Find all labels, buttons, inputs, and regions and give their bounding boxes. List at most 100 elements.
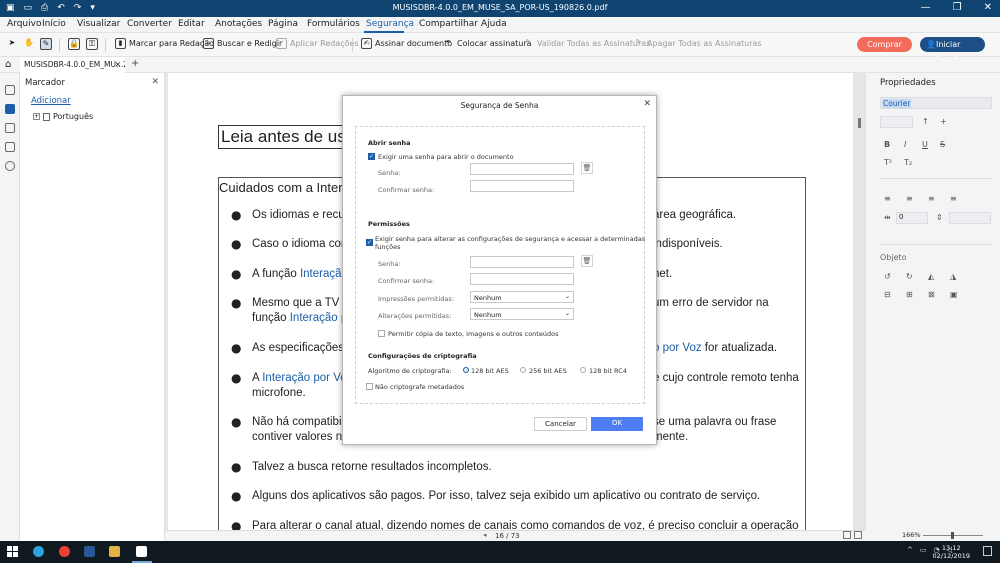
tab-close-icon[interactable]: ✕ xyxy=(115,60,121,69)
rotate-right-icon[interactable]: ↻ xyxy=(906,272,913,281)
hand-tool-icon[interactable]: ✋ xyxy=(23,38,35,50)
allow-copy-checkbox[interactable] xyxy=(378,330,385,337)
menu-visualizar[interactable]: Visualizar xyxy=(77,19,120,29)
notifications-icon[interactable] xyxy=(983,546,992,556)
document-tab[interactable]: MUSISDBR-4.0.0_EM_MU...26.0 ✕ xyxy=(20,57,125,73)
underline-icon[interactable]: U xyxy=(922,140,928,149)
windows-start-icon[interactable] xyxy=(7,546,18,557)
open-password-input[interactable] xyxy=(470,163,574,175)
thumbnails-icon[interactable] xyxy=(5,85,15,95)
menu-formularios[interactable]: Formulários xyxy=(307,19,360,29)
menu-inicio[interactable]: Início xyxy=(42,19,66,29)
algo-aes256-radio[interactable] xyxy=(520,367,526,373)
distribute-icon[interactable]: ⊞ xyxy=(906,290,913,299)
strikethrough-icon[interactable]: S xyxy=(940,140,945,149)
voice-interaction-link[interactable]: Interação xyxy=(300,268,348,280)
align-objects-icon[interactable]: ⊟ xyxy=(884,290,891,299)
validate-signatures-button[interactable]: ✎ Validar Todas as Assinaturas xyxy=(523,38,651,49)
page-number[interactable]: 16 / 73 xyxy=(495,532,520,540)
home-icon[interactable]: ⌂ xyxy=(5,59,11,70)
vertical-scrollbar[interactable] xyxy=(858,118,861,128)
flip-vertical-icon[interactable]: ◮ xyxy=(950,272,956,281)
bookmark-icon[interactable] xyxy=(5,104,15,114)
replace-image-icon[interactable]: ▣ xyxy=(950,290,958,299)
file-explorer-icon[interactable] xyxy=(109,546,120,557)
permissions-confirm-input[interactable] xyxy=(470,273,574,285)
voice-interaction-link[interactable]: Interação por Voz xyxy=(262,372,352,384)
word-icon[interactable] xyxy=(84,546,95,557)
crop-icon[interactable]: ⊠ xyxy=(928,290,935,299)
align-left-icon[interactable]: ≡ xyxy=(884,194,891,203)
apply-redactions-button[interactable]: ✓ Aplicar Redações xyxy=(276,38,359,49)
buy-button[interactable]: Comprar xyxy=(857,37,912,52)
lock-icon[interactable]: 🔒 xyxy=(68,38,80,50)
subscript-icon[interactable]: T₂ xyxy=(904,158,912,167)
dialog-close-icon[interactable]: ✕ xyxy=(643,99,651,109)
add-bookmark-link[interactable]: Adicionar xyxy=(31,96,71,106)
font-family-select[interactable]: Courier xyxy=(880,97,992,109)
flip-horizontal-icon[interactable]: ◭ xyxy=(928,272,934,281)
print-allowed-select[interactable]: Nenhum ⌄ xyxy=(470,291,574,303)
system-clock[interactable]: 13:12 02/12/2019 xyxy=(933,544,970,560)
prev-page-icon[interactable]: ◂ xyxy=(483,531,487,539)
panel-close-icon[interactable]: ✕ xyxy=(151,77,159,87)
cancel-button[interactable]: Cancelar xyxy=(534,417,587,431)
algo-rc4-radio[interactable] xyxy=(580,367,586,373)
trash-icon[interactable]: 🗑 xyxy=(581,162,593,174)
pdf-editor-taskbar-icon[interactable] xyxy=(136,546,147,557)
justify-icon[interactable]: ≡ xyxy=(950,194,957,203)
attachment-icon[interactable] xyxy=(5,142,15,152)
zoom-slider-handle[interactable] xyxy=(951,532,954,539)
menu-ajuda[interactable]: Ajuda xyxy=(481,19,507,29)
single-page-icon[interactable] xyxy=(843,531,851,539)
ok-button[interactable]: OK xyxy=(591,417,643,431)
permission-icon[interactable]: ⚿ xyxy=(86,38,98,50)
voice-interaction-link[interactable]: Interação p xyxy=(290,312,348,324)
mark-redaction-button[interactable]: ▮ Marcar para Redação xyxy=(115,38,214,49)
bold-icon[interactable]: B xyxy=(884,140,890,149)
menu-converter[interactable]: Converter xyxy=(127,19,172,29)
edit-tool-icon[interactable]: ✎ xyxy=(40,38,52,50)
no-encrypt-metadata-checkbox[interactable] xyxy=(366,383,373,390)
menu-pagina[interactable]: Página xyxy=(268,19,298,29)
char-spacing-input[interactable]: 0 xyxy=(896,212,928,224)
require-open-password-checkbox[interactable]: ✓ xyxy=(368,153,375,160)
zoom-level[interactable]: 166% xyxy=(902,531,921,539)
new-tab-icon[interactable]: + xyxy=(131,58,139,69)
tray-arrow-icon[interactable]: ^ xyxy=(907,546,913,554)
voice-interaction-link[interactable]: o por Voz xyxy=(653,342,702,354)
italic-icon[interactable]: I xyxy=(904,140,906,149)
chrome-icon[interactable] xyxy=(59,546,70,557)
require-permissions-password-checkbox[interactable]: ✓ xyxy=(366,239,373,246)
continuous-icon[interactable] xyxy=(854,531,862,539)
menu-editar[interactable]: Editar xyxy=(178,19,205,29)
menu-anotacoes[interactable]: Anotações xyxy=(215,19,262,29)
maximize-icon[interactable]: ❐ xyxy=(953,2,962,13)
search-redact-button[interactable]: ⌕ Buscar e Redigir xyxy=(203,38,282,49)
menu-arquivo[interactable]: Arquivo xyxy=(7,19,41,29)
telegram-icon[interactable] xyxy=(33,546,44,557)
expand-icon[interactable]: + xyxy=(33,113,40,120)
align-center-icon[interactable]: ≡ xyxy=(906,194,913,203)
changes-allowed-select[interactable]: Nenhum ⌄ xyxy=(470,308,574,320)
superscript-icon[interactable]: T² xyxy=(884,158,892,167)
line-spacing-input[interactable] xyxy=(949,212,991,224)
clear-signatures-button[interactable]: ✎ Apagar Todas as Assinaturas xyxy=(633,38,762,49)
login-button[interactable]: 👤Iniciar Sessão xyxy=(920,37,985,64)
battery-icon[interactable]: ▭ xyxy=(920,546,927,554)
sign-document-button[interactable]: ✍ Assinar documento xyxy=(361,38,452,49)
menu-seguranca[interactable]: Segurança xyxy=(366,19,414,29)
open-confirm-input[interactable] xyxy=(470,180,574,192)
rotate-left-icon[interactable]: ↺ xyxy=(884,272,891,281)
font-grow-icon[interactable]: ↑ xyxy=(922,117,929,126)
search-icon[interactable] xyxy=(5,161,15,171)
close-icon[interactable]: ✕ xyxy=(984,2,992,13)
comments-icon[interactable] xyxy=(5,123,15,133)
minimize-icon[interactable]: — xyxy=(921,2,931,13)
menu-compartilhar[interactable]: Compartilhar xyxy=(419,19,478,29)
algo-aes128-radio[interactable] xyxy=(463,367,469,373)
align-right-icon[interactable]: ≡ xyxy=(928,194,935,203)
permissions-password-input[interactable] xyxy=(470,256,574,268)
trash-icon[interactable]: 🗑 xyxy=(581,255,593,267)
bookmark-item[interactable]: + Português xyxy=(33,112,93,121)
